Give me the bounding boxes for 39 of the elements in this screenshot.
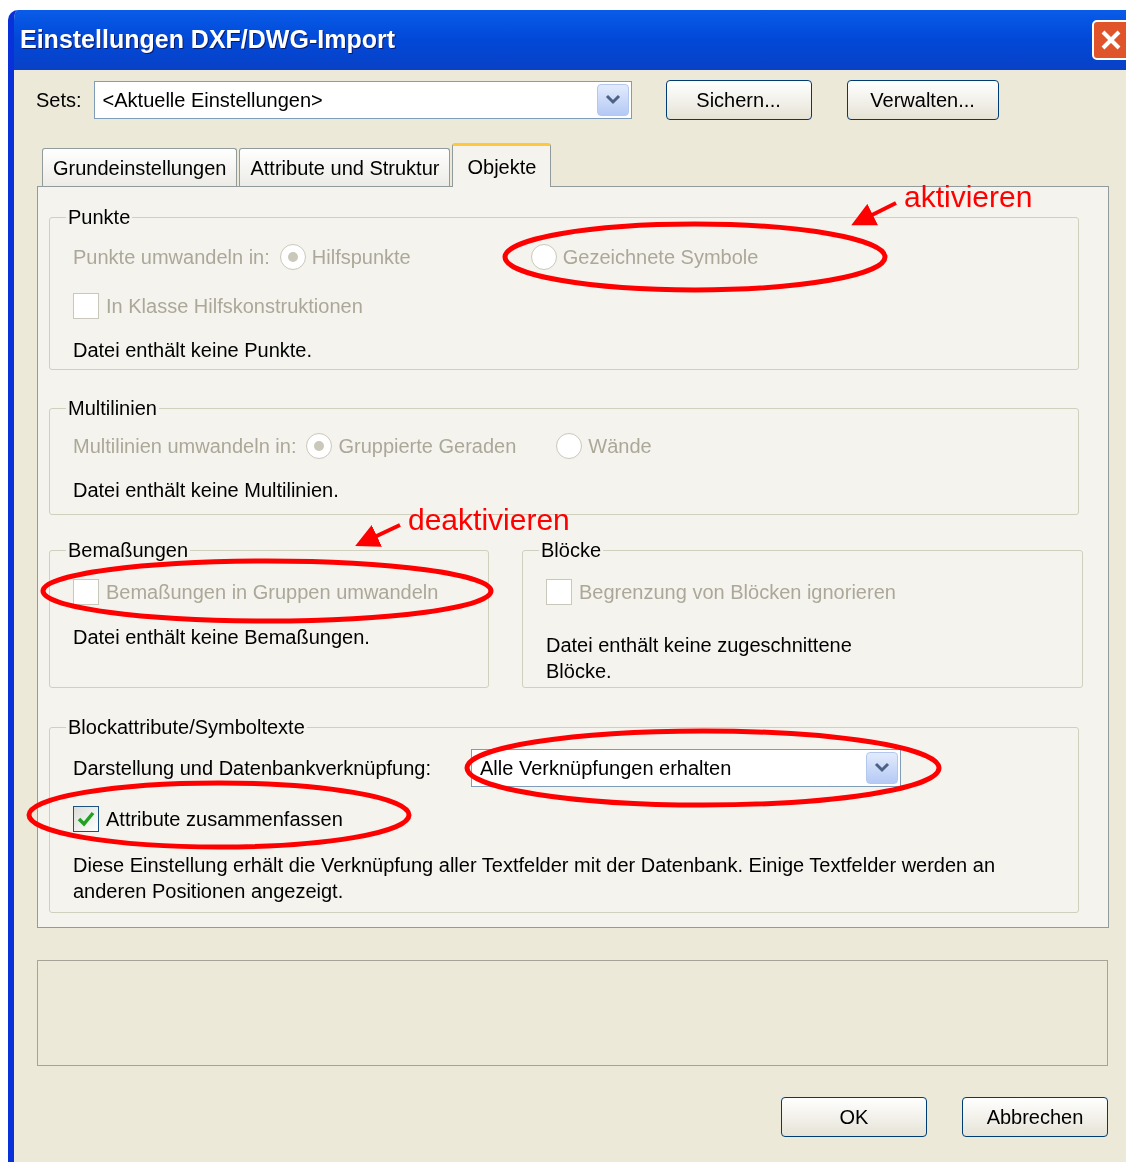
annotation-arrow: [851, 201, 897, 226]
checkbox-label: Attribute zusammenfassen: [106, 807, 343, 832]
close-icon: [1100, 29, 1122, 51]
link-dropdown[interactable]: Alle Verknüpfungen erhalten: [471, 749, 902, 787]
info-text: Datei enthält keine Punkte.: [73, 338, 314, 363]
checkbox-label: In Klasse Hilfskonstruktionen: [106, 294, 363, 319]
push-button[interactable]: Sichern...: [665, 80, 812, 120]
info-text: Datei enthält keine zugeschnittene Blöcke.: [546, 633, 853, 684]
sets-label: Sets:: [36, 88, 82, 113]
checkbox-label: Begrenzung von Blöcken ignorieren: [579, 580, 896, 605]
checkbox[interactable]: [73, 806, 99, 832]
checkbox-label: Bemaßungen in Gruppen umwandeln: [106, 580, 439, 605]
window-title: Einstellungen DXF/DWG-Import: [20, 24, 395, 56]
group-title: Bemaßungen: [67, 538, 190, 562]
field-label: Darstellung und Datenbankverknüpfung:: [73, 756, 432, 781]
info-text: Diese Einstellung erhält die Verknüpfung aller Textfelder mit der Datenbank. Einige Textfelder werden an anderen Positionen angezeigt.: [73, 853, 997, 904]
group-title: Multilinien: [67, 396, 158, 420]
annotation-text: aktivieren: [904, 182, 1033, 212]
group-title: Blockattribute/Symboltexte: [67, 715, 306, 739]
push-button[interactable]: Abbrechen: [962, 1097, 1108, 1137]
option-label: Multilinien umwandeln in:: [73, 434, 297, 459]
close-button[interactable]: [1092, 20, 1126, 60]
group-title: Blöcke: [540, 538, 603, 562]
push-button[interactable]: Verwalten...: [846, 80, 999, 120]
info-text: Datei enthält keine Multilinien.: [73, 478, 340, 503]
sets-dropdown[interactable]: <Aktuelle Einstellungen>: [93, 81, 632, 119]
option-label: Punkte umwandeln in:: [73, 245, 270, 270]
tab[interactable]: Objekte: [452, 143, 552, 187]
info-text: Datei enthält keine Bemaßungen.: [73, 625, 371, 650]
radio-label: Gruppierte Geraden: [338, 434, 517, 459]
push-button[interactable]: OK: [781, 1097, 927, 1137]
group-title: Punkte: [67, 205, 132, 229]
radio-label: Hilfspunkte: [311, 245, 411, 270]
radio-label: Gezeichnete Symbole: [562, 245, 759, 270]
annotation-text: deaktivieren: [408, 505, 570, 535]
tab[interactable]: Grundeinstellungen: [42, 148, 238, 186]
radio-label: Wände: [588, 434, 652, 459]
annotation-arrow: [355, 523, 401, 547]
tab[interactable]: Attribute und Struktur: [239, 148, 451, 186]
